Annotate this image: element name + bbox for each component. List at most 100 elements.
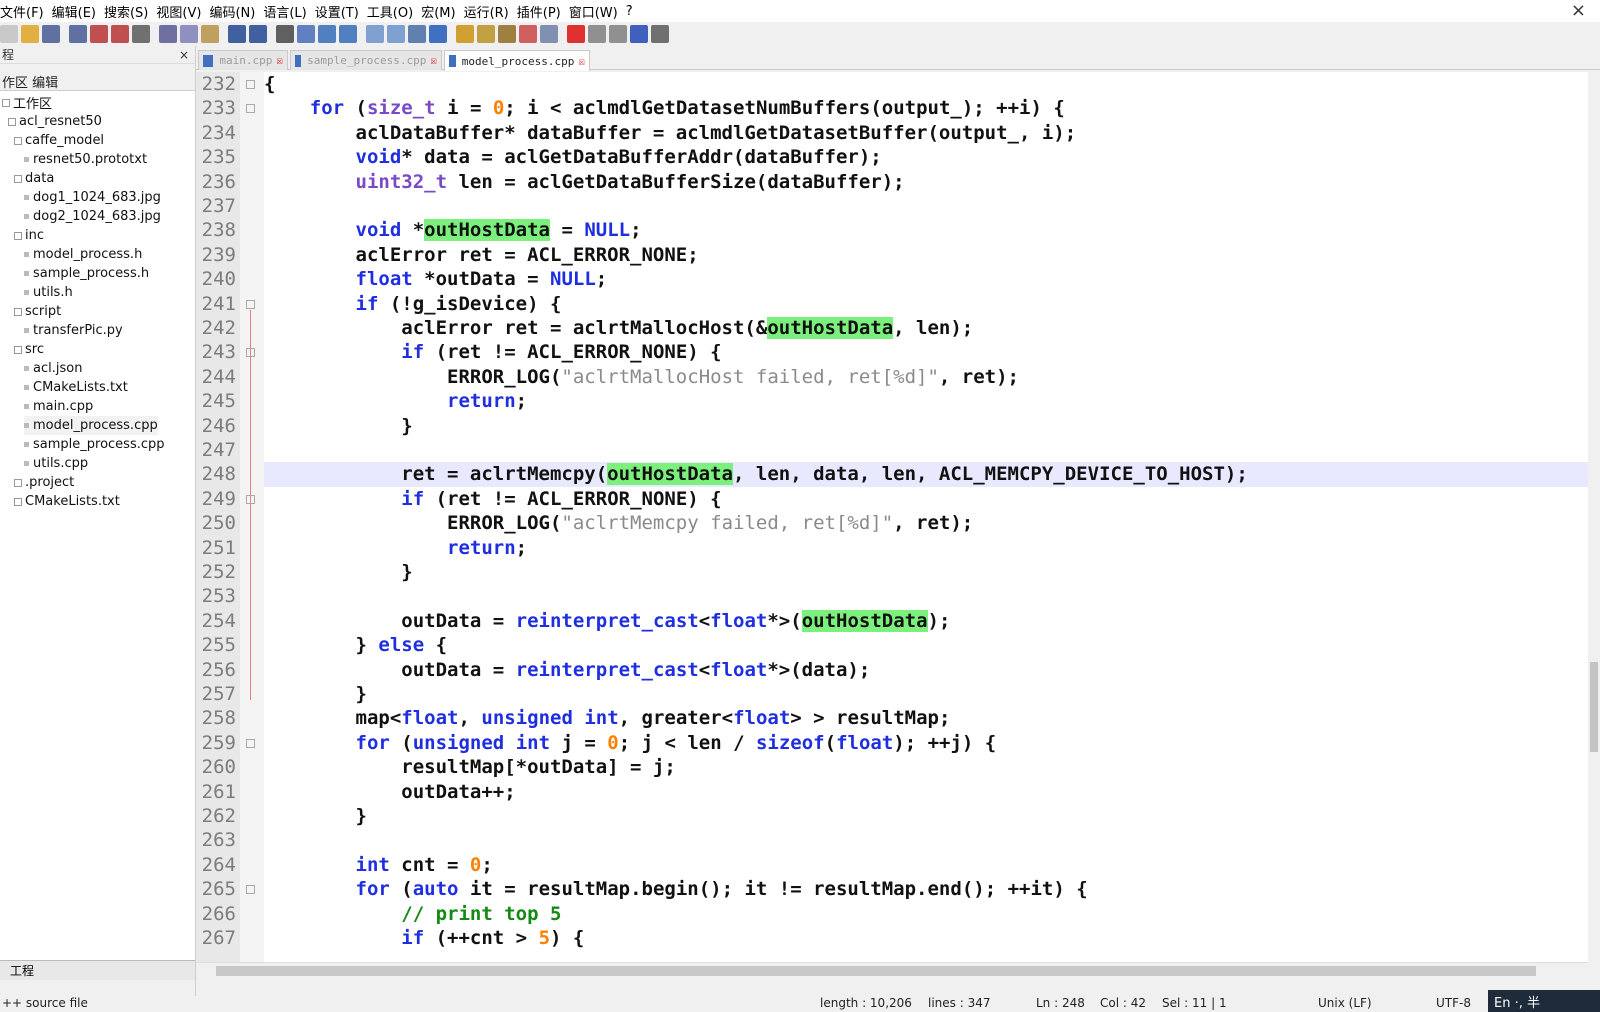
code-line[interactable]: void *outHostData = NULL; [264, 218, 642, 243]
code-line[interactable]: map<float, unsigned int, greater<float> … [264, 706, 951, 731]
close-icon[interactable]: × [1571, 0, 1586, 21]
cut-icon[interactable] [159, 25, 177, 43]
vertical-scroll-thumb[interactable] [1590, 662, 1598, 752]
sync-h-icon[interactable] [387, 25, 405, 43]
menu-item-1[interactable]: 编辑(E) [52, 2, 96, 21]
find-icon[interactable] [276, 25, 294, 43]
tab-close-icon[interactable]: ☒ [430, 54, 437, 67]
tab-sample_process-cpp[interactable]: sample_process.cpp ☒ [290, 50, 442, 70]
tree-item[interactable]: 工作区 [2, 93, 52, 112]
code-line[interactable]: ERROR_LOG("aclrtMallocHost failed, ret[%… [264, 365, 1019, 390]
record-macro-icon[interactable] [567, 25, 585, 43]
folder-toggle-icon[interactable] [14, 345, 22, 354]
fold-toggle-icon[interactable] [246, 738, 255, 748]
tree-item[interactable]: .project [14, 473, 74, 492]
paste-icon[interactable] [201, 25, 219, 43]
code-line[interactable]: aclError ret = ACL_ERROR_NONE; [264, 243, 699, 268]
folder-toggle-icon[interactable] [14, 174, 22, 183]
tree-item[interactable]: CMakeLists.txt [14, 492, 120, 511]
function-list-icon[interactable] [498, 25, 516, 43]
tab-main-cpp[interactable]: main.cpp ☒ [198, 50, 288, 70]
ime-indicator[interactable]: En ·, 半 [1488, 990, 1600, 1012]
vertical-scrollbar[interactable] [1588, 72, 1600, 962]
menu-item-10[interactable]: 插件(P) [517, 2, 561, 21]
play-macro-icon[interactable] [609, 25, 627, 43]
code-line[interactable]: return; [264, 389, 527, 414]
folder-toggle-icon[interactable] [14, 307, 22, 316]
horizontal-scrollbar[interactable] [196, 962, 1588, 978]
close-icon[interactable] [90, 25, 108, 43]
tree-item[interactable]: dog1_1024_683.jpg [24, 188, 161, 207]
close-all-icon[interactable] [111, 25, 129, 43]
menu-item-11[interactable]: 窗口(W) [569, 2, 618, 21]
code-line[interactable]: for (auto it = resultMap.begin(); it != … [264, 877, 1088, 902]
folder-toggle-icon[interactable] [8, 117, 16, 126]
code-line[interactable]: { [264, 72, 275, 97]
tree-item[interactable]: inc [14, 226, 44, 245]
menu-item-9[interactable]: 运行(R) [464, 2, 509, 21]
tab-model_process-cpp[interactable]: model_process.cpp ☒ [444, 50, 590, 71]
tree-item[interactable]: CMakeLists.txt [24, 378, 128, 397]
doc-map-icon[interactable] [477, 25, 495, 43]
code-line[interactable]: float *outData = NULL; [264, 267, 608, 292]
code-line[interactable]: } [264, 682, 367, 707]
code-line[interactable]: ret = aclrtMemcpy(outHostData, len, data… [264, 462, 1248, 487]
fold-toggle-icon[interactable] [246, 299, 255, 309]
horizontal-scroll-thumb[interactable] [216, 966, 1536, 976]
monitor-icon[interactable] [540, 25, 558, 43]
indent-guide-icon[interactable] [456, 25, 474, 43]
tree-item[interactable]: sample_process.h [24, 264, 149, 283]
copy-icon[interactable] [180, 25, 198, 43]
menu-item-12[interactable]: ? [626, 4, 633, 19]
folder-toggle-icon[interactable] [14, 231, 22, 240]
code-line[interactable]: } [264, 414, 412, 439]
tree-item[interactable]: utils.cpp [24, 454, 88, 473]
show-all-icon[interactable] [429, 25, 447, 43]
tree-item[interactable]: src [14, 340, 44, 359]
code-editor[interactable]: { for (size_t i = 0; i < aclmdlGetDatase… [264, 72, 1588, 962]
folder-workspace-icon[interactable] [519, 25, 537, 43]
folder-toggle-icon[interactable] [14, 497, 22, 506]
menu-item-0[interactable]: 文件(F) [0, 2, 44, 21]
tab-close-icon[interactable]: ☒ [578, 55, 585, 68]
redo-icon[interactable] [249, 25, 267, 43]
menu-item-5[interactable]: 语言(L) [263, 2, 306, 21]
folder-toggle-icon[interactable] [14, 478, 22, 487]
sync-v-icon[interactable] [366, 25, 384, 43]
code-line[interactable]: aclError ret = aclrtMallocHost(&outHostD… [264, 316, 973, 341]
code-line[interactable]: aclDataBuffer* dataBuffer = aclmdlGetDat… [264, 121, 1077, 146]
menu-item-2[interactable]: 搜索(S) [104, 2, 148, 21]
code-line[interactable]: outData = reinterpret_cast<float*>(data)… [264, 658, 870, 683]
run-macro-icon[interactable] [630, 25, 648, 43]
code-line[interactable]: ERROR_LOG("aclrtMemcpy failed, ret[%d]",… [264, 511, 973, 536]
print-icon[interactable] [132, 25, 150, 43]
save-icon[interactable] [42, 25, 60, 43]
code-line[interactable]: uint32_t len = aclGetDataBufferSize(data… [264, 170, 905, 195]
menu-item-7[interactable]: 工具(O) [367, 2, 413, 21]
replace-icon[interactable] [297, 25, 315, 43]
zoom-out-icon[interactable] [339, 25, 357, 43]
code-line[interactable]: return; [264, 536, 527, 561]
tree-item[interactable]: main.cpp [24, 397, 93, 416]
tree-item[interactable]: acl_resnet50 [8, 112, 102, 131]
code-line[interactable]: } [264, 804, 367, 829]
tree-item[interactable]: sample_process.cpp [24, 435, 165, 454]
tree-item[interactable]: resnet50.prototxt [24, 150, 147, 169]
wrap-icon[interactable] [408, 25, 426, 43]
folder-toggle-icon[interactable] [14, 136, 22, 145]
tree-item[interactable]: utils.h [24, 283, 73, 302]
code-line[interactable]: // print top 5 [264, 902, 561, 927]
stop-macro-icon[interactable] [588, 25, 606, 43]
tab-close-icon[interactable]: ☒ [276, 54, 283, 67]
save-macro-icon[interactable] [651, 25, 669, 43]
panel-close-icon[interactable]: × [179, 48, 189, 62]
undo-icon[interactable] [228, 25, 246, 43]
fold-toggle-icon[interactable] [246, 885, 255, 895]
save-all-icon[interactable] [69, 25, 87, 43]
open-file-icon[interactable] [21, 25, 39, 43]
folder-toggle-icon[interactable] [2, 98, 10, 107]
code-line[interactable]: int cnt = 0; [264, 853, 493, 878]
menu-item-3[interactable]: 视图(V) [156, 2, 201, 21]
code-line[interactable]: void* data = aclGetDataBufferAddr(dataBu… [264, 145, 882, 170]
zoom-in-icon[interactable] [318, 25, 336, 43]
